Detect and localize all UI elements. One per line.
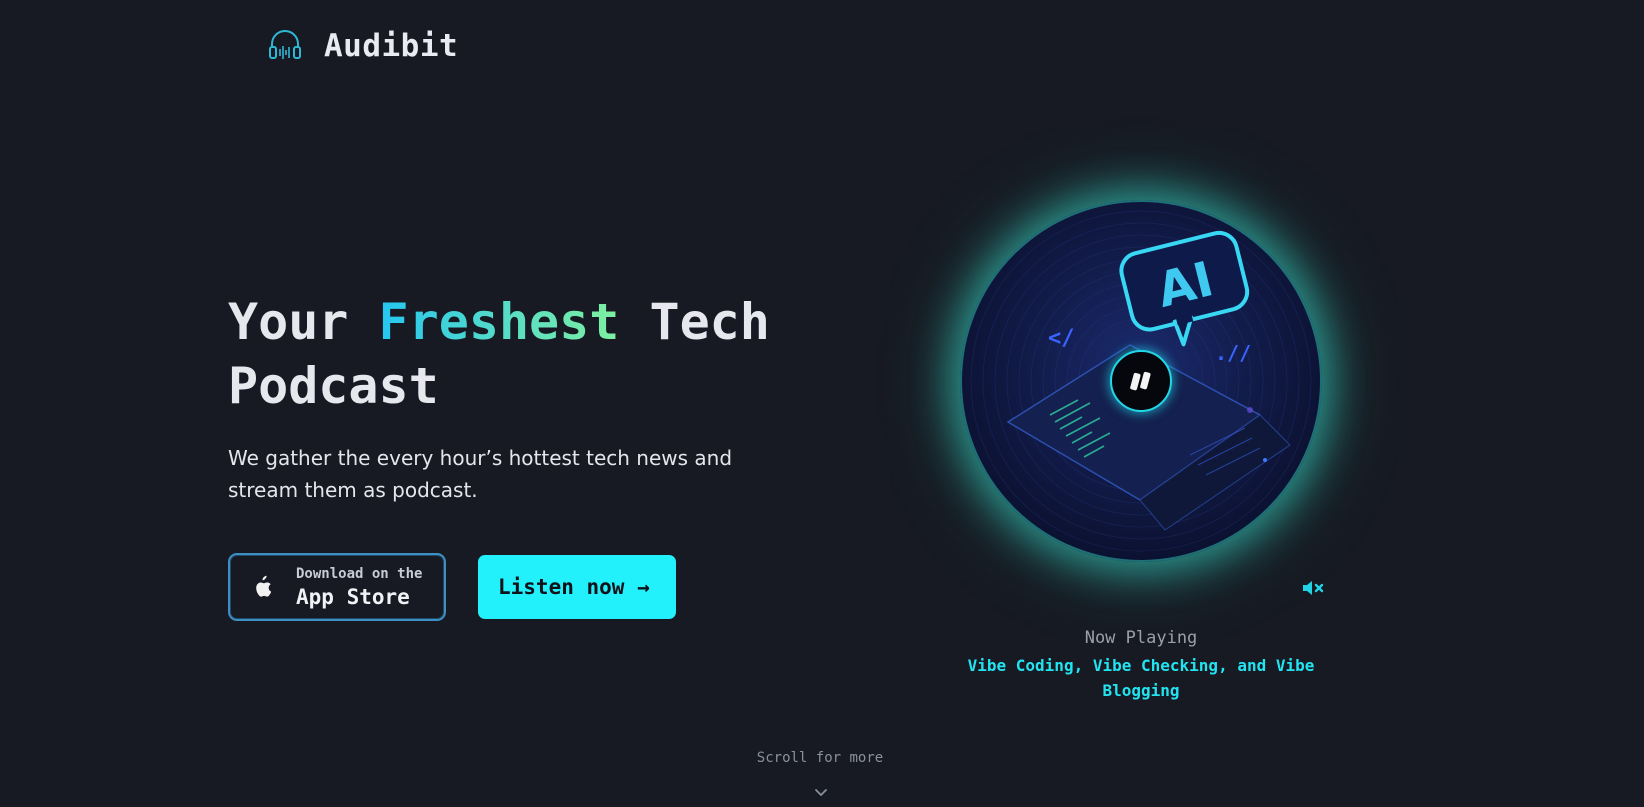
app-store-text: Download on the App Store <box>296 566 422 609</box>
chevron-down-icon[interactable] <box>814 788 828 798</box>
hero-title-word: Tech <box>649 293 770 351</box>
muted-speaker-icon[interactable] <box>1301 578 1325 598</box>
hero-title-word: Your <box>228 293 349 351</box>
app-store-small-label: Download on the <box>296 565 423 582</box>
hero-title-highlight: Freshest <box>378 293 620 351</box>
pause-icon <box>1130 371 1151 391</box>
scroll-hint: Scroll for more <box>756 750 884 766</box>
app-store-button[interactable]: Download on the App Store <box>228 553 446 621</box>
hero-title-line2: Podcast <box>228 357 439 415</box>
apple-icon <box>256 575 272 597</box>
listen-now-button[interactable]: Listen now → <box>478 555 676 619</box>
now-playing-label: Now Playing <box>1084 628 1198 648</box>
landing-page: Audibit Your Freshest Tech Podcast We ga… <box>0 0 1644 807</box>
brand-logo[interactable]: Audibit <box>268 28 458 64</box>
app-store-label: App Store <box>296 584 410 609</box>
hero-subtitle: We gather the every hour’s hottest tech … <box>228 446 733 502</box>
svg-text:.//: .// <box>1215 341 1251 365</box>
hero-title: Your Freshest Tech Podcast <box>228 290 828 418</box>
svg-text:</: </ <box>1048 326 1075 351</box>
track-title[interactable]: Vibe Coding, Vibe Checking, and Vibe Blo… <box>960 653 1322 703</box>
brand-name: Audibit <box>324 28 459 64</box>
headphones-waveform-icon <box>269 30 301 59</box>
podcast-disc[interactable]: </ .// AI <box>960 200 1322 562</box>
pause-button[interactable] <box>1110 350 1172 412</box>
